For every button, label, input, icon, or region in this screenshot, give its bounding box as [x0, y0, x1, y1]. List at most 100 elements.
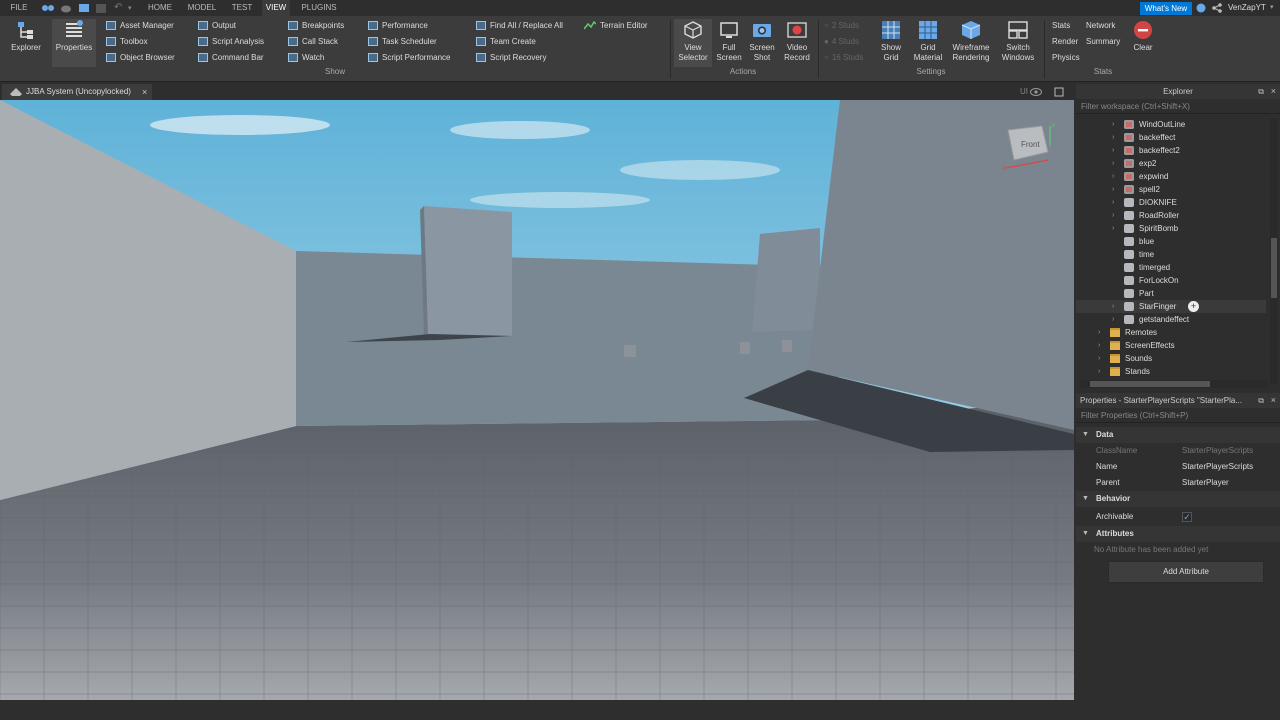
undo-icon[interactable]: ↶	[114, 2, 122, 13]
tree-item[interactable]: › expwind	[1076, 170, 1266, 183]
terrain-editor-button[interactable]: Terrain Editor	[583, 19, 648, 33]
tree-item[interactable]: time	[1076, 248, 1266, 261]
tree-item[interactable]: › ScreenEffects	[1076, 339, 1266, 352]
wireframe-button[interactable]: Wireframe Rendering	[948, 19, 994, 67]
command-bar-button[interactable]: Command Bar	[198, 51, 264, 65]
performance-button[interactable]: Performance	[368, 19, 428, 33]
chevron-right-icon[interactable]: ›	[1098, 365, 1106, 376]
dock-icon[interactable]: ⧉	[1258, 393, 1264, 408]
chevron-right-icon[interactable]: ›	[1112, 131, 1120, 144]
team-create-button[interactable]: Team Create	[476, 35, 536, 49]
tree-item[interactable]: › backeffect	[1076, 131, 1266, 144]
share-icon[interactable]	[1212, 3, 1222, 13]
tab-test[interactable]: TEST	[226, 0, 258, 16]
tree-item[interactable]: › DIOKNIFE	[1076, 196, 1266, 209]
object-browser-button[interactable]: Object Browser	[106, 51, 175, 65]
close-icon[interactable]: ×	[1271, 84, 1276, 99]
prop-name-value[interactable]: StarterPlayerScripts	[1182, 459, 1253, 475]
help-icon[interactable]	[1196, 3, 1206, 13]
view-cube[interactable]: Front Y X	[1002, 124, 1058, 174]
explorer-filter-input[interactable]: Filter workspace (Ctrl+Shift+X)	[1076, 99, 1280, 114]
menu-file[interactable]: FILE	[4, 0, 34, 16]
output-button[interactable]: Output	[198, 19, 236, 33]
maximize-icon[interactable]	[1054, 87, 1064, 97]
breakpoints-button[interactable]: Breakpoints	[288, 19, 344, 33]
tree-item[interactable]: Part	[1076, 287, 1266, 300]
tree-item[interactable]: › backeffect2	[1076, 144, 1266, 157]
tree-item[interactable]: › getstandeffect	[1076, 313, 1266, 326]
chevron-right-icon[interactable]: ›	[1098, 339, 1106, 352]
collab-icon[interactable]	[42, 3, 54, 13]
whats-new-button[interactable]: What's New	[1140, 2, 1192, 15]
chevron-right-icon[interactable]: ›	[1112, 144, 1120, 157]
tab-plugins[interactable]: PLUGINS	[296, 0, 342, 16]
physics-button[interactable]: Physics	[1052, 51, 1080, 65]
script-recovery-button[interactable]: Script Recovery	[476, 51, 546, 65]
prop-name-row[interactable]: Name StarterPlayerScripts	[1076, 459, 1280, 475]
chevron-right-icon[interactable]: ›	[1112, 209, 1120, 222]
tree-item[interactable]: › RoadRoller	[1076, 209, 1266, 222]
tree-item[interactable]: ForLockOn	[1076, 274, 1266, 287]
chevron-right-icon[interactable]: ›	[1112, 170, 1120, 183]
publish-icon[interactable]	[78, 3, 90, 13]
chevron-right-icon[interactable]: ›	[1112, 222, 1120, 235]
stats-button[interactable]: Stats	[1052, 19, 1070, 33]
username[interactable]: VenZapYT	[1228, 0, 1266, 16]
chevron-right-icon[interactable]: ›	[1098, 352, 1106, 365]
toolbox-button[interactable]: Toolbox	[106, 35, 148, 49]
chevron-down-icon[interactable]: ▾	[128, 4, 132, 12]
script-analysis-button[interactable]: Script Analysis	[198, 35, 264, 49]
tab-home[interactable]: HOME	[142, 0, 178, 16]
summary-button[interactable]: Summary	[1086, 35, 1120, 49]
close-icon[interactable]: ×	[142, 84, 147, 100]
tree-item[interactable]: timerged	[1076, 261, 1266, 274]
tree-item[interactable]: › WindOutLine	[1076, 118, 1266, 131]
section-data[interactable]: ▼ Data	[1076, 427, 1280, 443]
chevron-right-icon[interactable]: ›	[1112, 183, 1120, 196]
archivable-checkbox[interactable]: ✓	[1182, 512, 1192, 522]
dock-icon[interactable]: ⧉	[1258, 84, 1264, 99]
call-stack-button[interactable]: Call Stack	[288, 35, 338, 49]
render-button[interactable]: Render	[1052, 35, 1078, 49]
properties-button[interactable]: Properties	[52, 19, 96, 67]
prop-parent-value[interactable]: StarterPlayer	[1182, 475, 1229, 491]
watch-button[interactable]: Watch	[288, 51, 324, 65]
tree-item[interactable]: › Sounds	[1076, 352, 1266, 365]
tree-item[interactable]: › spell2	[1076, 183, 1266, 196]
scroll-thumb[interactable]	[1271, 238, 1277, 298]
chevron-right-icon[interactable]: ›	[1112, 313, 1120, 326]
chevron-right-icon[interactable]: ›	[1112, 157, 1120, 170]
close-icon[interactable]: ×	[1271, 393, 1276, 408]
explorer-hscrollbar[interactable]	[1080, 380, 1268, 388]
tree-item[interactable]: › StarFinger +	[1076, 300, 1266, 313]
hscroll-thumb[interactable]	[1090, 381, 1210, 387]
section-attributes[interactable]: ▼ Attributes	[1076, 526, 1280, 542]
tab-view[interactable]: VIEW	[262, 0, 290, 16]
tree-item[interactable]: › exp2	[1076, 157, 1266, 170]
grid-material-button[interactable]: Grid Material	[910, 19, 946, 67]
clear-button[interactable]: Clear	[1128, 19, 1158, 67]
document-tab[interactable]: JJBA System (Uncopylocked) ×	[2, 84, 152, 100]
explorer-vscrollbar[interactable]	[1270, 118, 1278, 384]
show-grid-button[interactable]: Show Grid	[874, 19, 908, 67]
user-chevron-icon[interactable]: ▾	[1270, 3, 1274, 11]
switch-windows-button[interactable]: Switch Windows	[996, 19, 1040, 67]
eye-icon[interactable]	[1030, 88, 1042, 96]
add-attribute-button[interactable]: Add Attribute	[1108, 561, 1264, 583]
network-button[interactable]: Network	[1086, 19, 1115, 33]
ui-toggle-label[interactable]: UI	[1020, 84, 1028, 100]
studs-16-option[interactable]: ○ 16 Studs	[824, 51, 863, 65]
prop-archivable-row[interactable]: Archivable ✓	[1076, 507, 1280, 526]
chevron-right-icon[interactable]: ›	[1112, 196, 1120, 209]
chevron-right-icon[interactable]: ›	[1098, 326, 1106, 339]
tree-item[interactable]: › Stands	[1076, 365, 1266, 376]
tree-item[interactable]: › Remotes	[1076, 326, 1266, 339]
video-record-button[interactable]: Video Record	[780, 19, 814, 67]
3d-viewport[interactable]: Front Y X	[0, 100, 1074, 700]
script-performance-button[interactable]: Script Performance	[368, 51, 450, 65]
chevron-right-icon[interactable]: ›	[1112, 118, 1120, 131]
view-selector-button[interactable]: View Selector	[674, 19, 712, 67]
cloud-icon[interactable]	[60, 3, 72, 13]
find-replace-button[interactable]: Find All / Replace All	[476, 19, 563, 33]
studs-4-option[interactable]: ● 4 Studs	[824, 35, 859, 49]
